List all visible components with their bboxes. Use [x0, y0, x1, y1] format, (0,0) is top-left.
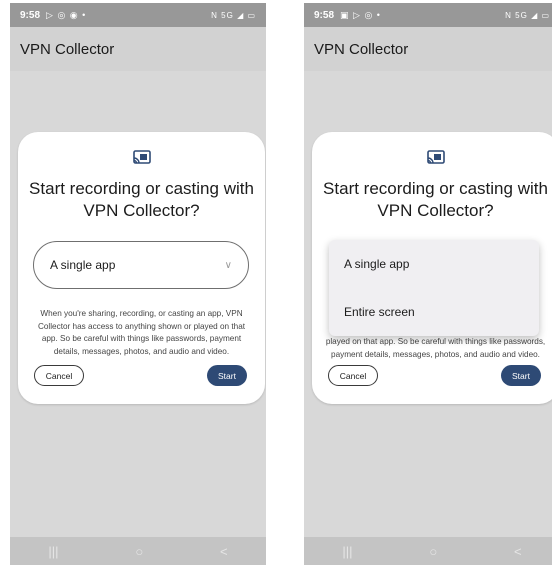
cast-permission-dialog: Start recording or casting with VPN Coll…	[18, 132, 265, 404]
start-button[interactable]: Start	[207, 365, 247, 386]
system-nav-bar: ||| ○ <	[304, 537, 552, 565]
app-title: VPN Collector	[20, 40, 115, 58]
menu-item-entire-screen[interactable]: Entire screen	[329, 288, 539, 336]
status-time: 9:58	[314, 9, 335, 21]
cast-permission-dialog: Start recording or casting with VPN Coll…	[312, 132, 552, 404]
home-nav-button[interactable]: ○	[135, 544, 143, 559]
cast-icon	[426, 150, 445, 164]
dialog-description: played on that app. So be careful with t…	[325, 337, 546, 359]
cancel-button[interactable]: Cancel	[34, 365, 84, 386]
status-bar: 9:58 ▣ ▷ ◎ • N 5G ◢ ▭	[304, 3, 552, 27]
status-time: 9:58	[20, 9, 41, 21]
recents-nav-button[interactable]: |||	[48, 544, 58, 559]
signal-battery-icons: N 5G ◢ ▭	[211, 10, 256, 20]
notification-icons: ▣ ▷ ◎ •	[340, 9, 381, 20]
dropdown-selected-value: A single app	[50, 258, 116, 272]
status-bar: 9:58 ▷ ◎ ◉ • N 5G ◢ ▭	[10, 3, 266, 27]
home-nav-button[interactable]: ○	[429, 544, 437, 559]
share-scope-dropdown[interactable]: A single app ∨	[33, 241, 249, 289]
dialog-title: Start recording or casting with VPN Coll…	[29, 179, 254, 220]
app-bar: VPN Collector	[10, 27, 266, 71]
cast-icon	[132, 150, 151, 164]
phone-screen-right: 9:58 ▣ ▷ ◎ • N 5G ◢ ▭ VPN Collector Star…	[304, 3, 552, 565]
phone-screen-left: 9:58 ▷ ◎ ◉ • N 5G ◢ ▭ VPN Collector Star…	[10, 3, 266, 565]
menu-item-single-app[interactable]: A single app	[329, 240, 539, 288]
signal-battery-icons: N 5G ◢ ▭	[505, 10, 550, 20]
cancel-button[interactable]: Cancel	[328, 365, 378, 386]
notification-icons: ▷ ◎ ◉ •	[46, 9, 87, 20]
back-nav-button[interactable]: <	[220, 544, 228, 559]
chevron-down-icon: ∨	[224, 259, 232, 271]
back-nav-button[interactable]: <	[514, 544, 522, 559]
recents-nav-button[interactable]: |||	[342, 544, 352, 559]
app-title: VPN Collector	[314, 40, 409, 58]
share-scope-menu: A single app Entire screen	[329, 240, 539, 336]
system-nav-bar: ||| ○ <	[10, 537, 266, 565]
dialog-title: Start recording or casting with VPN Coll…	[323, 179, 548, 220]
dialog-description: When you're sharing, recording, or casti…	[37, 309, 246, 356]
start-button[interactable]: Start	[501, 365, 541, 386]
app-bar: VPN Collector	[304, 27, 552, 71]
